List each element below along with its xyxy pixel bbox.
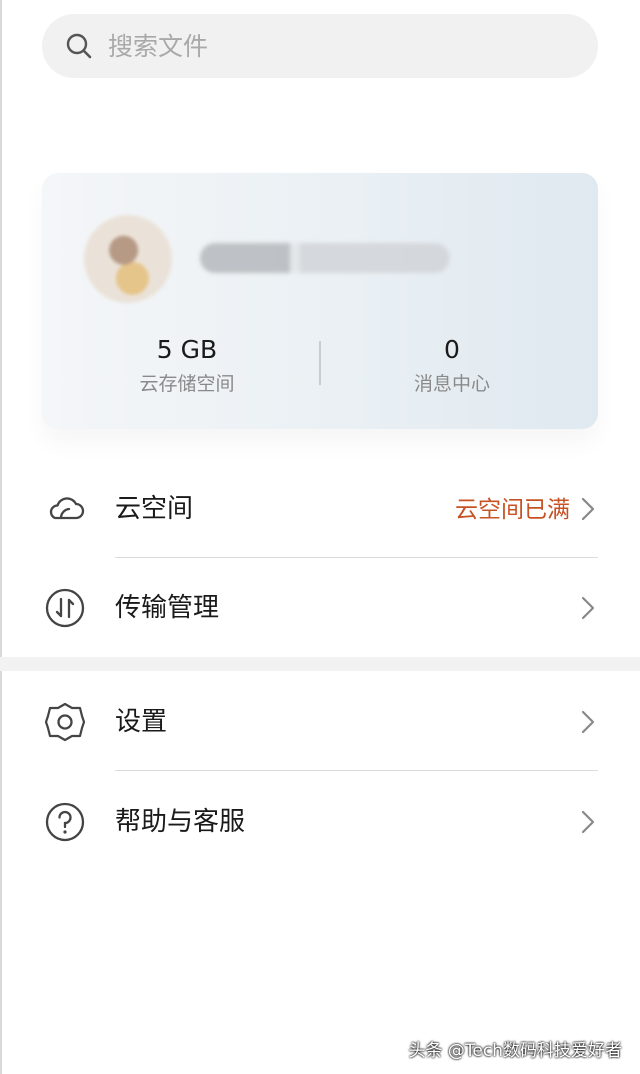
row-divider: [115, 770, 598, 771]
transfer-icon: [45, 588, 85, 628]
watermark-text: 头条 @Tech数码科技爱好者: [408, 1041, 622, 1061]
menu-item-help[interactable]: 帮助与客服: [0, 773, 640, 871]
help-icon: [45, 802, 85, 842]
messages-label: 消息中心: [413, 373, 490, 395]
menu-item-transfer[interactable]: 传输管理: [0, 559, 640, 657]
menu-item-label: 传输管理: [115, 593, 220, 623]
menu-item-settings[interactable]: 设置: [0, 673, 640, 771]
storage-label: 云存储空间: [139, 373, 235, 395]
chevron-right-icon: [581, 710, 595, 734]
profile-card[interactable]: 5 GB 云存储空间 0 消息中心: [42, 173, 598, 429]
section-separator: [0, 657, 640, 671]
menu-item-label: 云空间: [115, 494, 194, 524]
messages-value: 0: [444, 335, 460, 364]
menu-item-cloud-space[interactable]: 云空间 云空间已满: [0, 460, 640, 558]
menu-item-label: 设置: [115, 707, 168, 737]
menu-item-label: 帮助与客服: [115, 807, 246, 837]
stat-divider: [319, 341, 321, 385]
avatar[interactable]: [84, 215, 172, 303]
storage-value: 5 GB: [156, 335, 218, 364]
storage-stat[interactable]: 5 GB 云存储空间: [87, 335, 287, 397]
search-input[interactable]: [106, 30, 550, 62]
row-divider: [115, 557, 598, 558]
chevron-right-icon: [581, 810, 595, 834]
cloud-full-status: 云空间已满: [455, 497, 570, 523]
gear-icon: [44, 702, 86, 742]
chevron-right-icon: [581, 497, 595, 521]
chevron-right-icon: [581, 596, 595, 620]
search-icon: [66, 33, 92, 59]
search-bar[interactable]: [42, 14, 598, 78]
account-name-redacted: [200, 243, 450, 273]
cloud-icon: [49, 497, 85, 520]
messages-stat[interactable]: 0 消息中心: [352, 335, 552, 397]
